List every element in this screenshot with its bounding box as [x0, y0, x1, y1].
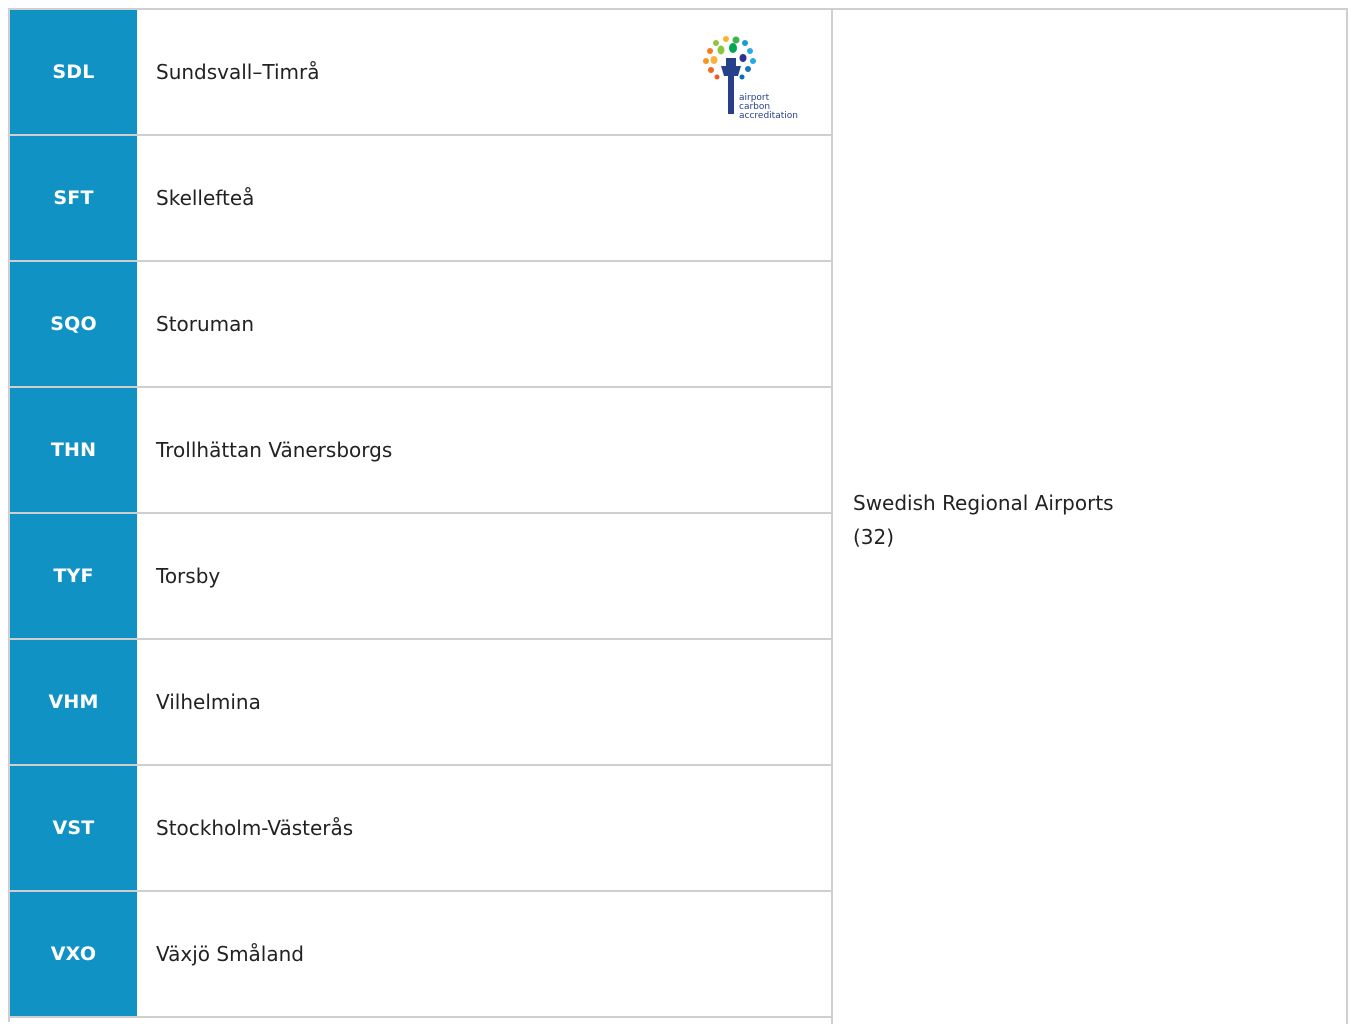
airport-code: VST — [10, 766, 137, 890]
table-row: VST Stockholm-Västerås — [10, 766, 831, 892]
table-row: VHM Vilhelmina — [10, 640, 831, 766]
column-divider — [831, 10, 833, 1024]
airport-carbon-accreditation-logo: airport carbon accreditation — [695, 34, 810, 121]
operator-group-name: Swedish Regional Airports — [853, 491, 1114, 515]
airport-code: VXO — [10, 892, 137, 1016]
table-row: VXO Växjö Småland — [10, 892, 831, 1018]
airport-name: Torsby — [156, 564, 221, 588]
table-row: SQO Storuman — [10, 262, 831, 388]
airport-name: Vilhelmina — [156, 690, 261, 714]
logo-text-line3: accreditation — [739, 111, 798, 121]
airport-name: Trollhättan Vänersborgs — [156, 438, 393, 462]
airport-name: Storuman — [156, 312, 255, 336]
airport-code: VHM — [10, 640, 137, 764]
airport-code: TYF — [10, 514, 137, 638]
airport-name-cell: Torsby — [137, 514, 831, 638]
table-row: TYF Torsby — [10, 514, 831, 640]
table-right-border — [1346, 10, 1348, 1024]
table-row: SFT Skellefteå — [10, 136, 831, 262]
table-row: THN Trollhättan Vänersborgs — [10, 388, 831, 514]
airport-name-cell: Storuman — [137, 262, 831, 386]
airport-code: SDL — [10, 10, 137, 134]
airport-code: SFT — [10, 136, 137, 260]
airport-rows: SDL Sundsvall–Timrå airport carbon accre… — [10, 10, 831, 1018]
airport-code: THN — [10, 388, 137, 512]
airport-name-cell: Trollhättan Vänersborgs — [137, 388, 831, 512]
operator-group-cell: Swedish Regional Airports (32) — [853, 486, 1114, 554]
table-row: SDL Sundsvall–Timrå airport carbon accre… — [10, 10, 831, 136]
airport-name-cell: Vilhelmina — [137, 640, 831, 764]
airport-name: Stockholm-Västerås — [156, 816, 354, 840]
airport-name: Sundsvall–Timrå — [156, 60, 320, 84]
airport-name-cell: Växjö Småland — [137, 892, 831, 1016]
airport-name-cell: Skellefteå — [137, 136, 831, 260]
operator-group-count: (32) — [853, 525, 895, 549]
airport-table: SDL Sundsvall–Timrå airport carbon accre… — [8, 8, 1348, 1024]
airport-name-cell: Stockholm-Västerås — [137, 766, 831, 890]
airport-code: SQO — [10, 262, 137, 386]
airport-name: Växjö Småland — [156, 942, 304, 966]
airport-name: Skellefteå — [156, 186, 255, 210]
